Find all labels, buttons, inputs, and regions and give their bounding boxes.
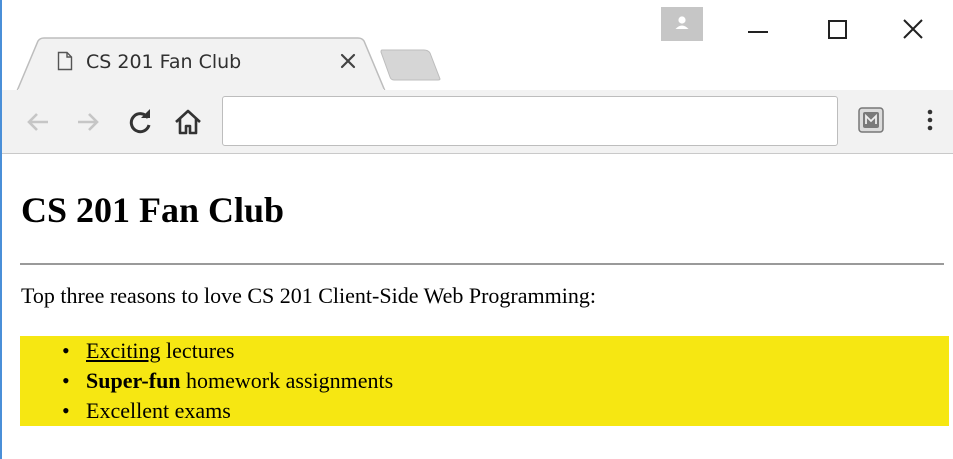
browser-window: CS 201 Fan Club CS 201 Fan Club Top thre… [0,0,953,459]
tab-cs201-fan-club[interactable]: CS 201 Fan Club [16,37,386,91]
page-heading: CS 201 Fan Club [21,190,285,230]
list-item-text: lectures [160,338,235,363]
maximize-icon[interactable] [818,8,858,48]
toolbar [2,90,953,154]
address-bar[interactable] [222,96,838,146]
home-icon[interactable] [172,106,204,138]
tab-strip: CS 201 Fan Club [2,0,953,91]
reload-icon[interactable] [124,106,156,138]
intro-text: Top three reasons to love CS 201 Client-… [21,283,596,308]
reasons-list: Exciting lectures Super-fun homework ass… [20,336,949,426]
tab-title: CS 201 Fan Club [86,51,242,73]
page-content: CS 201 Fan Club Top three reasons to lov… [4,155,953,459]
profile-button[interactable] [661,7,703,41]
page-icon [57,51,73,71]
list-item: Super-fun homework assignments [62,366,949,396]
new-tab-button[interactable] [380,49,442,81]
forward-arrow-icon[interactable] [72,106,104,138]
list-item: Exciting lectures [62,336,949,366]
list-item-bold-text: Super-fun [86,368,181,393]
list-item-text: homework assignments [180,368,394,393]
tab-close-icon[interactable] [336,49,360,73]
list-item-text: Excellent exams [86,398,231,423]
exciting-link[interactable]: Exciting [86,338,161,363]
extension-icon[interactable] [855,104,887,136]
horizontal-rule [20,263,944,265]
back-arrow-icon[interactable] [22,106,54,138]
window-close-icon[interactable] [893,8,933,48]
profile-icon [675,16,689,29]
more-vertical-icon[interactable] [914,104,946,136]
minimize-icon[interactable] [738,8,778,48]
list-item: Excellent exams [62,396,949,426]
